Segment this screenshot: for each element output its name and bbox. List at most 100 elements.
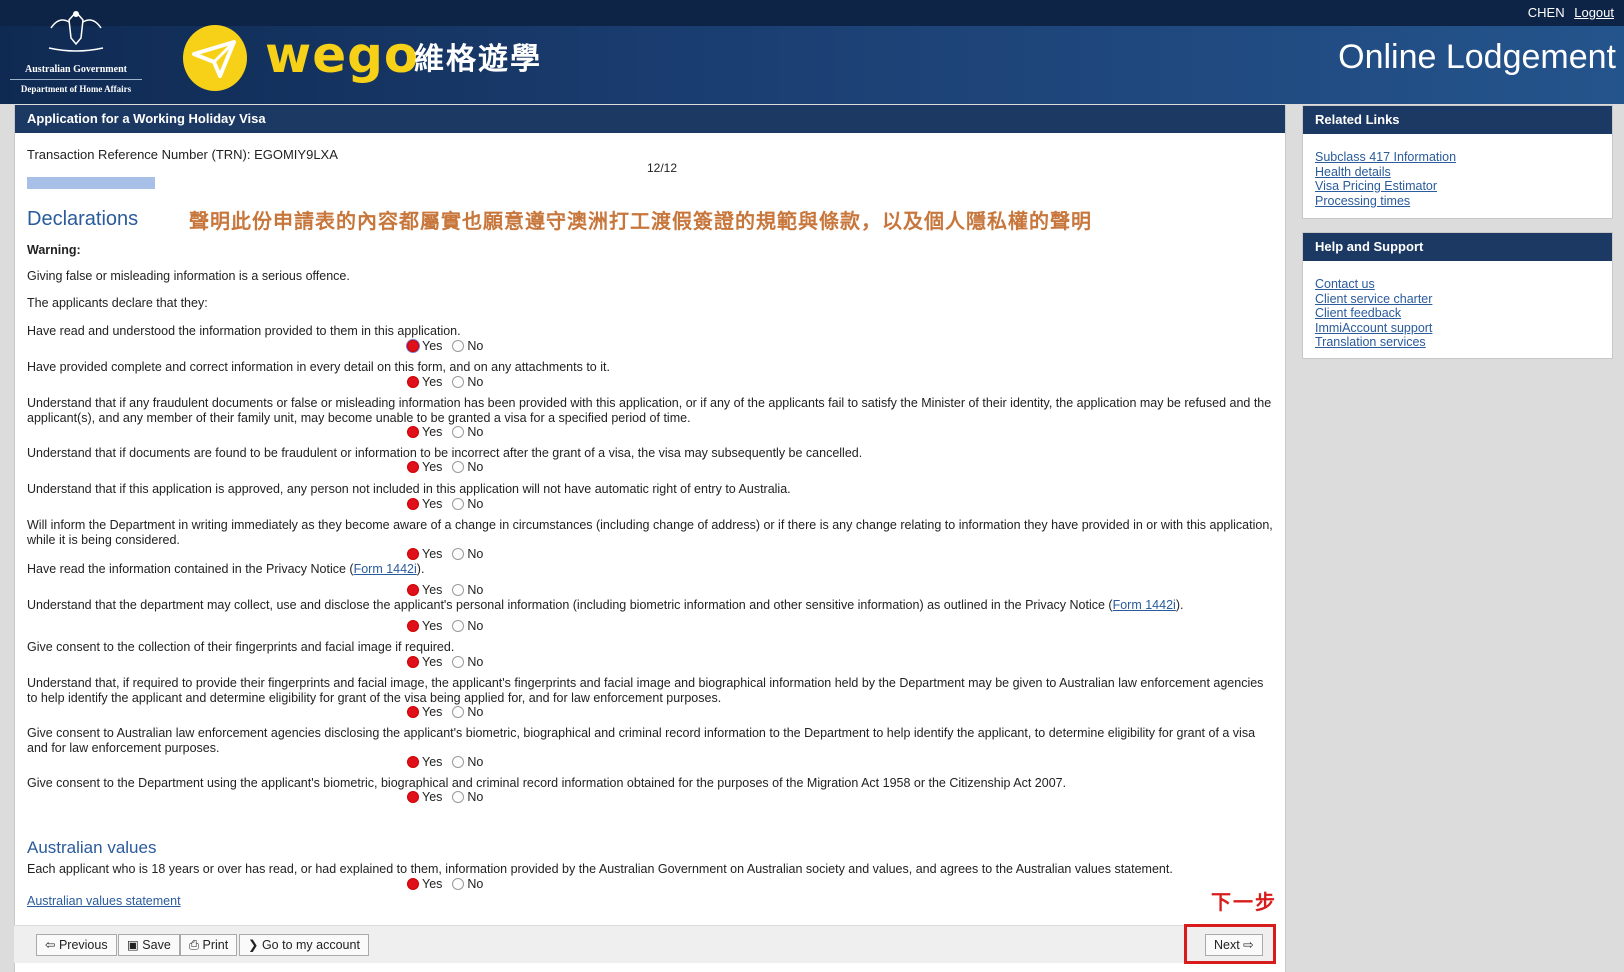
side-link-item: Health details — [1315, 165, 1600, 180]
no-radio[interactable] — [452, 376, 465, 388]
side-link-item: Contact us — [1315, 277, 1600, 292]
department-name: Department of Home Affairs — [10, 79, 142, 94]
question-text-before: Have read the information contained in t… — [27, 562, 354, 576]
page-indicator: 12/12 — [647, 161, 678, 175]
side-link-item: Processing times — [1315, 194, 1600, 209]
yes-no-radio-group: Yes No — [407, 877, 493, 891]
declarations-heading: Declarations — [27, 208, 139, 230]
previous-label: Previous — [58, 938, 108, 952]
yes-radio[interactable] — [407, 548, 419, 560]
yes-radio[interactable] — [407, 791, 419, 803]
yes-label: Yes — [422, 547, 443, 561]
printer-icon: ⎙ — [189, 938, 203, 952]
yes-radio[interactable] — [407, 620, 419, 632]
no-radio[interactable] — [452, 706, 465, 718]
yes-no-radio-group: Yes No — [407, 655, 493, 669]
logout-link[interactable]: Logout — [1574, 5, 1614, 20]
save-button[interactable]: ▣ Save — [118, 934, 180, 956]
side-link-item: Visa Pricing Estimator — [1315, 179, 1600, 194]
question-text-before: Understand that the department may colle… — [27, 598, 1113, 612]
no-label: No — [467, 655, 484, 669]
yes-no-radio-group: Yes No — [407, 425, 493, 439]
privacy-notice-link[interactable]: Form 1442i — [1113, 598, 1176, 612]
question-text: Give consent to the collection of their … — [27, 640, 455, 654]
related-links-title: Related Links — [1303, 106, 1612, 134]
no-radio[interactable] — [452, 656, 465, 668]
yes-radio[interactable] — [407, 461, 419, 473]
yes-radio[interactable] — [407, 656, 419, 668]
yes-label: Yes — [422, 655, 443, 669]
yes-radio[interactable] — [407, 706, 419, 718]
no-radio[interactable] — [452, 548, 465, 560]
no-radio[interactable] — [452, 426, 465, 438]
no-radio[interactable] — [452, 878, 465, 890]
yes-no-radio-group: Yes No — [407, 619, 493, 633]
yes-label: Yes — [422, 425, 443, 439]
question-text-after: ). — [416, 562, 425, 576]
declaration-question: Understand that the department may colle… — [27, 598, 1277, 613]
no-label: No — [467, 375, 484, 389]
declaration-question: Understand that if this application is a… — [27, 482, 1277, 497]
yes-no-radio-group: Yes No — [407, 375, 493, 389]
yes-label: Yes — [422, 619, 443, 633]
save-label: Save — [142, 938, 171, 952]
yes-radio[interactable] — [407, 498, 419, 510]
yes-radio[interactable] — [407, 756, 419, 768]
previous-button[interactable]: ⇦ Previous — [36, 934, 117, 956]
declare-intro: The applicants declare that they: — [27, 296, 208, 310]
side-link[interactable]: Processing times — [1315, 194, 1410, 208]
no-radio[interactable] — [452, 340, 465, 352]
no-label: No — [467, 790, 484, 804]
wego-brand-chinese: 維格遊學 — [414, 43, 542, 76]
question-text: Understand that if this application is a… — [27, 482, 791, 496]
no-label: No — [467, 583, 484, 597]
side-link[interactable]: Health details — [1315, 165, 1391, 179]
progress-bar — [27, 177, 155, 189]
side-link[interactable]: Contact us — [1315, 277, 1375, 291]
side-link[interactable]: Subclass 417 Information — [1315, 150, 1456, 164]
yes-label: Yes — [422, 755, 443, 769]
chinese-annotation: 聲明此份申請表的內容都屬實也願意遵守澳洲打工渡假簽證的規範與條款，以及個人隱私權… — [189, 211, 1092, 233]
arrow-left-icon: ⇦ — [45, 938, 59, 952]
side-link-item: Client service charter — [1315, 292, 1600, 307]
help-support-title: Help and Support — [1303, 233, 1612, 261]
values-question-text: Each applicant who is 18 years or over h… — [27, 862, 1173, 876]
go-to-account-button[interactable]: ❯ Go to my account — [239, 934, 369, 956]
yes-label: Yes — [422, 375, 443, 389]
no-label: No — [467, 497, 484, 511]
floppy-disk-icon: ▣ — [127, 938, 143, 952]
side-link-item: Client feedback — [1315, 306, 1600, 321]
declaration-question: Give consent to the Department using the… — [27, 776, 1277, 791]
no-radio[interactable] — [452, 584, 465, 596]
no-radio[interactable] — [452, 498, 465, 510]
yes-radio[interactable] — [407, 340, 419, 352]
no-radio[interactable] — [452, 461, 465, 473]
yes-no-radio-group: Yes No — [407, 460, 493, 474]
side-link[interactable]: Client service charter — [1315, 292, 1432, 306]
no-radio[interactable] — [452, 620, 465, 632]
yes-radio[interactable] — [407, 426, 419, 438]
no-radio[interactable] — [452, 756, 465, 768]
yes-radio[interactable] — [407, 584, 419, 596]
no-label: No — [467, 547, 484, 561]
yes-radio[interactable] — [407, 376, 419, 388]
account-label: Go to my account — [261, 938, 360, 952]
no-radio[interactable] — [452, 791, 465, 803]
yes-no-radio-group: Yes No — [407, 705, 493, 719]
yes-no-radio-group: Yes No — [407, 790, 493, 804]
side-link[interactable]: ImmiAccount support — [1315, 321, 1432, 335]
privacy-notice-link[interactable]: Form 1442i — [354, 562, 417, 576]
side-link[interactable]: Visa Pricing Estimator — [1315, 179, 1437, 193]
side-link[interactable]: Translation services — [1315, 335, 1426, 349]
side-link-item: Translation services — [1315, 335, 1600, 350]
yes-no-radio-group: Yes No — [407, 583, 493, 597]
print-button[interactable]: ⎙ Print — [180, 934, 238, 956]
yes-label: Yes — [422, 339, 443, 353]
site-header: Australian Government Department of Home… — [0, 0, 1624, 104]
side-link[interactable]: Client feedback — [1315, 306, 1401, 320]
no-label: No — [467, 877, 484, 891]
declaration-question: Understand that if documents are found t… — [27, 446, 1277, 461]
next-highlight-box — [1184, 924, 1276, 964]
yes-radio[interactable] — [407, 878, 419, 890]
australian-values-statement-link[interactable]: Australian values statement — [27, 894, 181, 908]
